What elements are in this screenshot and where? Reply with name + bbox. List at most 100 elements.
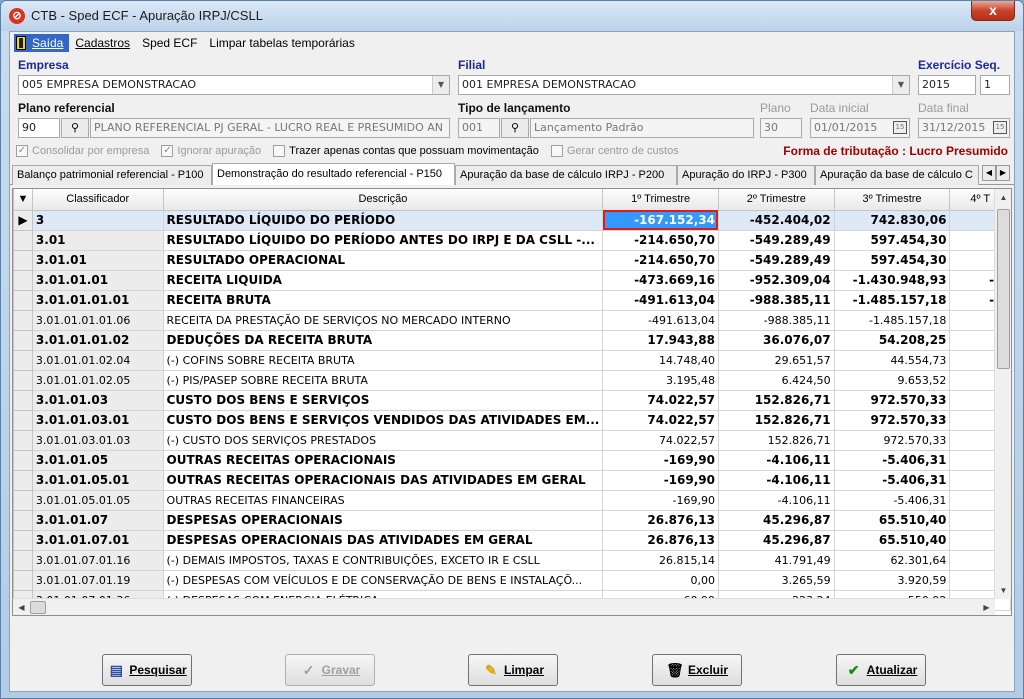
cell-3-trimestre[interactable]: 972.570,33: [833, 389, 951, 411]
cell-1-trimestre[interactable]: -214.650,70: [602, 249, 719, 271]
vertical-scrollbar[interactable]: ▲ ▼: [994, 189, 1011, 599]
cell-1-trimestre[interactable]: 3.195,48: [602, 369, 719, 391]
cell-2-trimestre[interactable]: 41.791,49: [717, 549, 835, 571]
header-descricao[interactable]: Descrição: [162, 189, 604, 211]
cell-descricao[interactable]: RESULTADO LÍQUIDO DO PERÍODO: [162, 209, 604, 231]
cell-1-trimestre[interactable]: 26.815,14: [602, 549, 719, 571]
tab-base-calculo-c[interactable]: Apuração da base de cálculo C: [815, 165, 979, 185]
empresa-select[interactable]: 005 EMPRESA DEMONSTRACAO ▼: [18, 75, 450, 95]
cell-descricao[interactable]: DESPESAS OPERACIONAIS: [162, 509, 604, 531]
cell-3-trimestre[interactable]: -5.406,31: [833, 469, 951, 491]
row-indicator[interactable]: [13, 489, 33, 511]
cell-classificador[interactable]: 3.01.01.07: [31, 509, 164, 531]
cell-descricao[interactable]: (-) COFINS SOBRE RECEITA BRUTA: [162, 349, 604, 371]
cell-descricao[interactable]: DEDUÇÕES DA RECEITA BRUTA: [162, 329, 604, 351]
table-row[interactable]: 3.01.01.07.01.16 (-) DEMAIS IMPOSTOS, TAX…: [13, 549, 1011, 571]
atualizar-button[interactable]: ✔ Atualizar: [836, 654, 926, 686]
table-row[interactable]: 3.01.01.05.01.05 OUTRAS RECEITAS FINANCEI…: [13, 489, 1011, 511]
cell-3-trimestre[interactable]: -1.485.157,18: [833, 289, 951, 311]
cell-1-trimestre[interactable]: -491.613,04: [602, 289, 719, 311]
row-indicator[interactable]: [13, 229, 33, 251]
cell-2-trimestre[interactable]: 152.826,71: [717, 389, 835, 411]
cell-2-trimestre[interactable]: 152.826,71: [717, 429, 835, 451]
cell-3-trimestre[interactable]: -1.485.157,18: [833, 309, 951, 331]
cell-descricao[interactable]: (-) DESPESAS COM VEÍCULOS E DE CONSERVAÇ…: [162, 569, 604, 591]
tab-p150[interactable]: Demonstração do resultado referencial - …: [212, 163, 455, 185]
cell-descricao[interactable]: (-) CUSTO DOS SERVIÇOS PRESTADOS: [162, 429, 604, 451]
cell-classificador[interactable]: 3.01.01.03: [31, 389, 164, 411]
table-row[interactable]: 3.01.01.01.01.06 RECEITA DA PRESTAÇÃO DE …: [13, 309, 1011, 331]
cell-classificador[interactable]: 3.01.01.01.02.05: [31, 369, 164, 391]
cell-descricao[interactable]: RECEITA BRUTA: [162, 289, 604, 311]
row-indicator[interactable]: [13, 549, 33, 571]
cell-classificador[interactable]: 3: [31, 209, 164, 231]
cell-descricao[interactable]: RECEITA DA PRESTAÇÃO DE SERVIÇOS NO MERC…: [162, 309, 604, 331]
menu-item-saida[interactable]: Saída: [14, 34, 70, 52]
row-indicator[interactable]: [13, 269, 33, 291]
cell-descricao[interactable]: OUTRAS RECEITAS FINANCEIRAS: [162, 489, 604, 511]
cell-2-trimestre[interactable]: 152.826,71: [717, 409, 835, 431]
cell-classificador[interactable]: 3.01.01.03.01.03: [31, 429, 164, 451]
cell-descricao[interactable]: CUSTO DOS BENS E SERVIÇOS VENDIDOS DAS A…: [162, 409, 604, 431]
cell-3-trimestre[interactable]: 972.570,33: [833, 429, 951, 451]
cell-3-trimestre[interactable]: 62.301,64: [833, 549, 951, 571]
cell-descricao[interactable]: RECEITA LIQUIDA: [162, 269, 604, 291]
cell-2-trimestre[interactable]: 3.265,59: [717, 569, 835, 591]
seq-field[interactable]: 1: [980, 75, 1010, 95]
scroll-right-icon[interactable]: ▶: [978, 599, 995, 615]
row-indicator[interactable]: [13, 469, 33, 491]
calendar-icon[interactable]: 15: [893, 121, 907, 134]
check-consolidar[interactable]: ✓ Consolidar por empresa: [16, 145, 149, 157]
cell-descricao[interactable]: RESULTADO LÍQUIDO DO PERÍODO ANTES DO IR…: [162, 229, 604, 251]
cell-1-trimestre[interactable]: 74.022,57: [602, 429, 719, 451]
exercicio-field[interactable]: 2015: [918, 75, 976, 95]
tab-p200[interactable]: Apuração da base de cálculo IRPJ - P200: [455, 165, 677, 185]
row-indicator[interactable]: [13, 369, 33, 391]
header-3-trimestre[interactable]: 3º Trimestre: [833, 189, 951, 211]
row-indicator[interactable]: [13, 289, 33, 311]
row-indicator[interactable]: [13, 429, 33, 451]
table-row[interactable]: 3.01.01 RESULTADO OPERACIONAL -214.650,70-…: [13, 249, 1011, 271]
table-row[interactable]: 3.01.01.05.01 OUTRAS RECEITAS OPERACIONAI…: [13, 469, 1011, 491]
plano-ref-search-button[interactable]: ⚲: [61, 118, 89, 138]
cell-classificador[interactable]: 3.01.01.01.02: [31, 329, 164, 351]
cell-classificador[interactable]: 3.01.01: [31, 249, 164, 271]
cell-2-trimestre[interactable]: -4.106,11: [717, 469, 835, 491]
cell-2-trimestre[interactable]: 6.424,50: [717, 369, 835, 391]
cell-classificador[interactable]: 3.01.01.05.01.05: [31, 489, 164, 511]
cell-2-trimestre[interactable]: -4.106,11: [717, 449, 835, 471]
cell-classificador[interactable]: 3.01.01.01.01: [31, 289, 164, 311]
cell-3-trimestre[interactable]: 597.454,30: [833, 249, 951, 271]
cell-1-trimestre[interactable]: 74.022,57: [602, 409, 719, 431]
cell-1-trimestre[interactable]: 74.022,57: [602, 389, 719, 411]
cell-3-trimestre[interactable]: 54.208,25: [833, 329, 951, 351]
cell-3-trimestre[interactable]: 9.653,52: [833, 369, 951, 391]
cell-1-trimestre[interactable]: -473.669,16: [602, 269, 719, 291]
cell-2-trimestre[interactable]: -549.289,49: [717, 249, 835, 271]
tab-p100[interactable]: Balanço patrimonial referencial - P100: [12, 165, 212, 185]
limpar-button[interactable]: ✎ Limpar: [468, 654, 558, 686]
table-row[interactable]: 3.01.01.03.01 CUSTO DOS BENS E SERVIÇOS V…: [13, 409, 1011, 431]
current-row-arrow-icon[interactable]: ▶: [13, 209, 33, 231]
cell-descricao[interactable]: OUTRAS RECEITAS OPERACIONAIS: [162, 449, 604, 471]
tab-scroll-right-icon[interactable]: ▶: [996, 165, 1010, 181]
cell-3-trimestre[interactable]: -5.406,31: [833, 449, 951, 471]
table-row[interactable]: 3.01.01.01.02 DEDUÇÕES DA RECEITA BRUTA 17…: [13, 329, 1011, 351]
cell-3-trimestre[interactable]: -5.406,31: [833, 489, 951, 511]
cell-2-trimestre[interactable]: 29.651,57: [717, 349, 835, 371]
table-row[interactable]: 3.01.01.03.01.03 (-) CUSTO DOS SERVIÇOS P…: [13, 429, 1011, 451]
cell-classificador[interactable]: 3.01: [31, 229, 164, 251]
menu-item-cadastros[interactable]: Cadastros: [69, 34, 136, 52]
cell-1-trimestre[interactable]: -169,90: [602, 489, 719, 511]
cell-descricao[interactable]: (-) DEMAIS IMPOSTOS, TAXAS E CONTRIBUIÇÕ…: [162, 549, 604, 571]
cell-2-trimestre[interactable]: -952.309,04: [717, 269, 835, 291]
cell-classificador[interactable]: 3.01.01.01: [31, 269, 164, 291]
header-2-trimestre[interactable]: 2º Trimestre: [717, 189, 835, 211]
table-row[interactable]: 3.01.01.01 RECEITA LIQUIDA -473.669,16 -952…: [13, 269, 1011, 291]
pesquisar-button[interactable]: ▤ Pesquisar: [102, 654, 192, 686]
scroll-left-icon[interactable]: ◀: [13, 599, 30, 615]
cell-3-trimestre[interactable]: 65.510,40: [833, 529, 951, 551]
table-row[interactable]: 3.01 RESULTADO LÍQUIDO DO PERÍODO ANTES D…: [13, 229, 1011, 251]
row-indicator[interactable]: [13, 569, 33, 591]
scroll-down-icon[interactable]: ▼: [995, 582, 1011, 599]
